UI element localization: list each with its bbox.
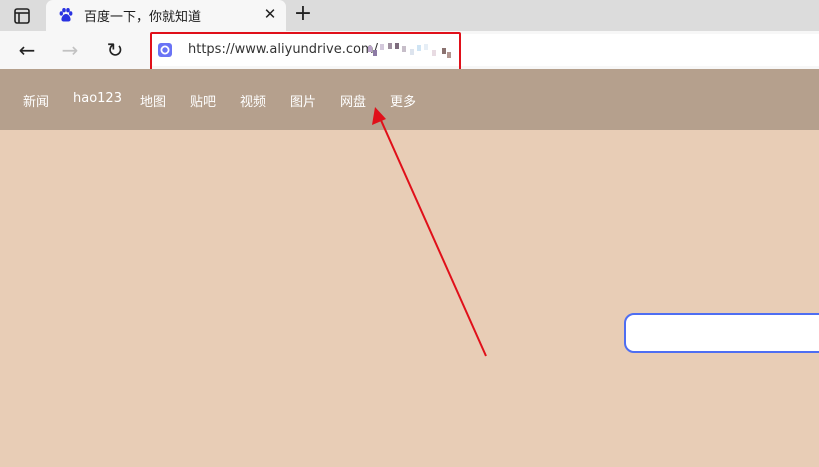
annotation-arrow	[372, 107, 487, 357]
